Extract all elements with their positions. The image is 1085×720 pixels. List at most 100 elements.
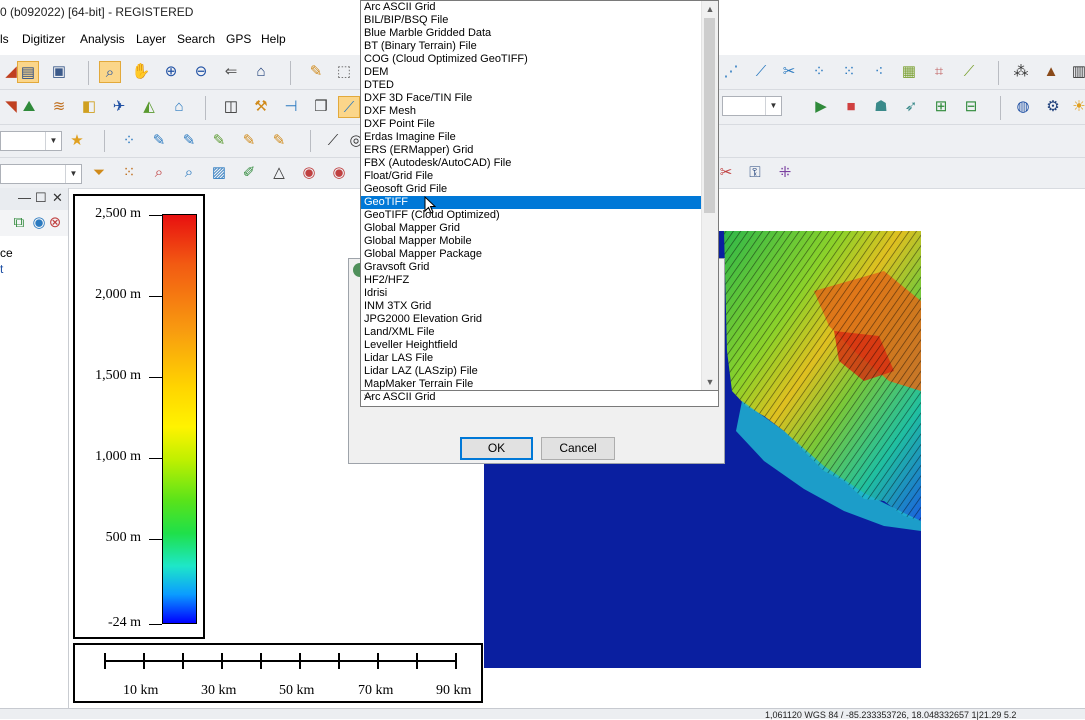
- zoom-out-icon[interactable]: ⊖: [190, 61, 212, 83]
- classify-icon[interactable]: ⁜: [774, 162, 796, 184]
- format-option[interactable]: Lidar LAS File: [361, 352, 703, 365]
- format-option[interactable]: DEM: [361, 66, 703, 79]
- move-points-icon[interactable]: ⁘: [808, 61, 830, 83]
- menu-digitizer[interactable]: Digitizer: [22, 32, 65, 46]
- rotate-points-icon[interactable]: ⁙: [838, 61, 860, 83]
- format-option[interactable]: Land/XML File: [361, 326, 703, 339]
- globe-icon[interactable]: ◍: [1012, 96, 1034, 118]
- format-option[interactable]: DXF 3D Face/TIN File: [361, 92, 703, 105]
- scroll-up-icon[interactable]: ▲: [702, 1, 718, 17]
- hammer-icon[interactable]: ⚒: [250, 96, 272, 118]
- colors-icon[interactable]: ◉: [298, 162, 320, 184]
- area-edit-icon[interactable]: ▦: [898, 61, 920, 83]
- maximize-icon[interactable]: ☐: [35, 190, 47, 206]
- menu-analysis[interactable]: Analysis: [80, 32, 125, 46]
- volume-icon[interactable]: ◭: [138, 96, 160, 118]
- format-option[interactable]: Idrisi: [361, 287, 703, 300]
- layout-icon[interactable]: ◫: [220, 96, 242, 118]
- play-icon[interactable]: ▶: [810, 96, 832, 118]
- format-option[interactable]: ERS (ERMapper) Grid: [361, 144, 703, 157]
- sun-icon[interactable]: ☀: [1068, 96, 1085, 118]
- star-icon[interactable]: ★: [66, 130, 88, 152]
- back-arrow-icon[interactable]: ⇐: [220, 61, 242, 83]
- create-rect-icon[interactable]: ✎: [238, 130, 260, 152]
- format-option[interactable]: FBX (Autodesk/AutoCAD) File: [361, 157, 703, 170]
- style-combo[interactable]: ▼: [0, 131, 62, 151]
- menu-search[interactable]: Search: [177, 32, 215, 46]
- dropdown-scrollbar[interactable]: ▲ ▼: [701, 1, 718, 390]
- scroll-down-icon[interactable]: ▼: [702, 374, 718, 390]
- cancel-button[interactable]: Cancel: [541, 437, 615, 460]
- lidar-select-icon[interactable]: ⌕: [178, 162, 200, 184]
- shader-icon[interactable]: ◧: [78, 96, 100, 118]
- lidar-search-icon[interactable]: ⌕: [148, 162, 170, 184]
- format-option[interactable]: MapMaker Terrain File: [361, 378, 703, 390]
- layer-combo[interactable]: ▼: [722, 96, 782, 116]
- aircraft-icon[interactable]: ✈: [108, 96, 130, 118]
- menu-gps[interactable]: GPS: [226, 32, 251, 46]
- format-option[interactable]: Float/Grid File: [361, 170, 703, 183]
- palette-icon[interactable]: ◉: [328, 162, 350, 184]
- format-option[interactable]: DXF Point File: [361, 118, 703, 131]
- remove-waypoint-icon[interactable]: ⊟: [960, 96, 982, 118]
- measure-icon[interactable]: ⟋: [338, 96, 360, 118]
- minimize-icon[interactable]: —: [18, 190, 31, 205]
- overview-map-icon[interactable]: ▣: [48, 61, 70, 83]
- ok-button[interactable]: OK: [460, 437, 533, 460]
- layer-add-icon[interactable]: ⧉: [8, 212, 30, 234]
- layer-list-item[interactable]: t: [0, 262, 3, 276]
- export-format-select[interactable]: Arc ASCII Grid ﹀: [360, 390, 719, 407]
- format-option[interactable]: JPG2000 Elevation Grid: [361, 313, 703, 326]
- building-icon[interactable]: ⌂: [168, 96, 190, 118]
- format-option[interactable]: Arc ASCII Grid: [361, 1, 703, 14]
- layer-list-item[interactable]: ce: [0, 246, 13, 260]
- format-option[interactable]: HF2/HFZ: [361, 274, 703, 287]
- format-option[interactable]: Global Mapper Package: [361, 248, 703, 261]
- measure-distance-icon[interactable]: ⟋: [322, 130, 344, 152]
- add-waypoint-icon[interactable]: ⊞: [930, 96, 952, 118]
- create-line-icon[interactable]: ✎: [148, 130, 170, 152]
- create-circle-icon[interactable]: ✎: [268, 130, 290, 152]
- vertex-edit-icon[interactable]: ⋰: [720, 61, 742, 83]
- fast-rabbit-icon[interactable]: ➶: [900, 96, 922, 118]
- menu-layer[interactable]: Layer: [136, 32, 166, 46]
- crop-icon[interactable]: ⌗: [928, 61, 950, 83]
- format-option[interactable]: COG (Cloud Optimized GeoTIFF): [361, 53, 703, 66]
- menu-tools[interactable]: ls: [0, 32, 9, 46]
- close-icon[interactable]: ✕: [52, 190, 63, 206]
- hatch-icon[interactable]: ▨: [208, 162, 230, 184]
- create-curve-icon[interactable]: ✎: [178, 130, 200, 152]
- view-shed-icon[interactable]: ⛰: [18, 96, 40, 118]
- lidar-points-icon[interactable]: ⁂: [1010, 61, 1032, 83]
- terrain-icon[interactable]: ▲: [1040, 61, 1062, 83]
- home-icon[interactable]: ⌂: [250, 61, 272, 83]
- menu-help[interactable]: Help: [261, 32, 286, 46]
- control-center-icon[interactable]: ▤: [17, 61, 39, 83]
- grid-icon[interactable]: ▥: [1068, 61, 1085, 83]
- format-option[interactable]: Global Mapper Grid: [361, 222, 703, 235]
- format-option[interactable]: Leveller Heightfield: [361, 339, 703, 352]
- 3d-view-icon[interactable]: ❒: [310, 96, 332, 118]
- zoom-tool-icon[interactable]: ⌕: [99, 61, 121, 83]
- path-profile-icon[interactable]: ≋: [48, 96, 70, 118]
- scroll-thumb[interactable]: [704, 18, 715, 213]
- triangle-icon[interactable]: △: [268, 162, 290, 184]
- edit-attr-icon[interactable]: ✐: [238, 162, 260, 184]
- format-option[interactable]: GeoTIFF (Cloud Optimized): [361, 209, 703, 222]
- format-option[interactable]: Lidar LAZ (LASzip) File: [361, 365, 703, 378]
- format-option[interactable]: BT (Binary Terrain) File: [361, 40, 703, 53]
- format-option[interactable]: Gravsoft Grid: [361, 261, 703, 274]
- scale-points-icon[interactable]: ⁖: [868, 61, 890, 83]
- format-option[interactable]: Erdas Imagine File: [361, 131, 703, 144]
- format-option[interactable]: Blue Marble Gridded Data: [361, 27, 703, 40]
- pencil-icon[interactable]: ✎: [305, 61, 327, 83]
- lidar-class-icon[interactable]: ⁙: [118, 162, 140, 184]
- format-option[interactable]: BIL/BIP/BSQ File: [361, 14, 703, 27]
- select-rect-icon[interactable]: ⬚: [333, 61, 355, 83]
- format-option[interactable]: INM 3TX Grid: [361, 300, 703, 313]
- format-option[interactable]: DXF Mesh: [361, 105, 703, 118]
- format-option[interactable]: GeoTIFF: [361, 196, 703, 209]
- zoom-in-icon[interactable]: ⊕: [160, 61, 182, 83]
- create-points-icon[interactable]: ⁘: [118, 130, 140, 152]
- key-icon[interactable]: ⚿: [744, 162, 766, 184]
